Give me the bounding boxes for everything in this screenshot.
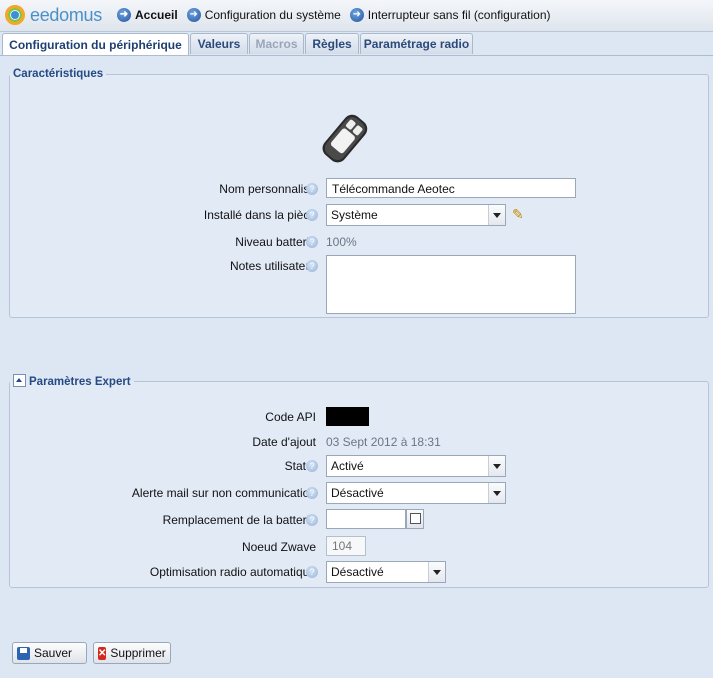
help-icon[interactable]: ? [306, 487, 318, 499]
radio-optimization-select[interactable]: Désactivé [326, 561, 446, 583]
arrow-circle-icon: ➜ [186, 8, 201, 22]
pencil-edit-icon[interactable]: ✎ [512, 206, 524, 223]
main-content: Caractéristiques Nom personnalisé ? Télé… [0, 56, 713, 678]
calendar-icon[interactable] [406, 509, 424, 529]
top-bar: eedomus ➜ Accueil ➜ Configuration du sys… [0, 0, 713, 32]
status-select[interactable]: Activé [326, 455, 506, 477]
battery-replacement-input[interactable] [326, 509, 406, 529]
zwave-node-label: Noeud Zwave [241, 540, 316, 554]
logo-text: eedomus [30, 4, 102, 25]
breadcrumb-system-config[interactable]: ➜ Configuration du système [186, 8, 341, 22]
tab-device-config[interactable]: Configuration du périphérique [2, 33, 189, 55]
remote-control-icon [322, 114, 368, 163]
characteristics-section: Caractéristiques Nom personnalisé ? Télé… [9, 68, 709, 318]
delete-x-icon: ✕ [98, 646, 107, 660]
help-icon[interactable]: ? [306, 260, 318, 272]
tab-rules[interactable]: Règles [305, 33, 359, 54]
floppy-disk-icon [17, 646, 30, 660]
breadcrumb-wireless-switch[interactable]: ➜ Interrupteur sans fil (configuration) [349, 8, 551, 22]
help-icon[interactable]: ? [306, 209, 318, 221]
date-added-label: Date d'ajout [252, 435, 316, 449]
chevron-down-icon [488, 456, 505, 476]
radio-optimization-row: Optimisation radio automatique ? Désacti… [10, 561, 708, 585]
date-added-value: 03 Sept 2012 à 18:31 [326, 435, 441, 449]
battery-replacement-row: Remplacement de la batterie ? [10, 509, 708, 533]
save-button-label: Sauver [34, 646, 73, 660]
api-code-row: Code API [10, 406, 708, 430]
battery-replacement-label: Remplacement de la batterie [162, 513, 316, 527]
custom-name-row: Nom personnalisé ? Télécommande Aeotec [10, 178, 708, 202]
chevron-down-icon [488, 205, 505, 225]
status-row: Statut ? Activé [10, 455, 708, 479]
expert-legend-label: Paramètres Expert [29, 376, 131, 388]
tab-macros: Macros [249, 33, 304, 54]
api-code-label: Code API [265, 410, 316, 424]
save-button[interactable]: Sauver [12, 642, 87, 664]
breadcrumb-label: Accueil [135, 8, 178, 22]
notes-label: Notes utilisateur [229, 259, 316, 273]
mail-alert-row: Alerte mail sur non communication ? Désa… [10, 482, 708, 506]
room-label: Installé dans la pièce [203, 208, 316, 222]
characteristics-legend: Caractéristiques [13, 68, 104, 80]
arrow-circle-icon: ➜ [117, 8, 131, 22]
collapse-toggle-icon[interactable] [13, 374, 26, 387]
breadcrumb-label: Configuration du système [204, 8, 341, 22]
eedomus-logo[interactable]: eedomus [5, 5, 102, 25]
delete-button[interactable]: ✕ Supprimer [93, 642, 171, 664]
battery-replacement-field [326, 509, 426, 529]
mail-alert-label: Alerte mail sur non communication [131, 486, 316, 500]
room-row: Installé dans la pièce ? Système ✎ [10, 204, 708, 228]
chevron-down-icon [428, 562, 445, 582]
room-select[interactable]: Système [326, 204, 506, 226]
chevron-down-icon [488, 483, 505, 503]
notes-row: Notes utilisateur ? [10, 255, 708, 317]
custom-name-input[interactable]: Télécommande Aeotec [326, 178, 576, 198]
radio-optimization-label: Optimisation radio automatique [149, 565, 316, 579]
help-icon[interactable]: ? [306, 236, 318, 248]
breadcrumb-home[interactable]: ➜ Accueil [117, 8, 178, 22]
mail-alert-select-value: Désactivé [331, 486, 384, 500]
arrow-circle-icon: ➜ [349, 8, 364, 22]
status-select-value: Activé [331, 459, 364, 473]
radio-optimization-select-value: Désactivé [331, 565, 384, 579]
date-added-row: Date d'ajout 03 Sept 2012 à 18:31 [10, 431, 708, 455]
tab-values[interactable]: Valeurs [190, 33, 248, 54]
delete-button-label: Supprimer [110, 646, 166, 660]
logo-icon [5, 5, 25, 25]
breadcrumb: ➜ Accueil ➜ Configuration du système ➜ I… [117, 8, 560, 22]
help-icon[interactable]: ? [306, 183, 318, 195]
battery-row: Niveau batterie ? 100% [10, 231, 708, 255]
custom-name-label: Nom personnalisé [219, 182, 316, 196]
breadcrumb-label: Interrupteur sans fil (configuration) [367, 8, 551, 22]
expert-section: Paramètres Expert Code API Date d'ajout … [9, 374, 709, 588]
help-icon[interactable]: ? [306, 460, 318, 472]
tab-radio-settings[interactable]: Paramétrage radio [360, 33, 473, 54]
zwave-node-row: Noeud Zwave 104 [10, 536, 708, 560]
battery-label: Niveau batterie [235, 235, 316, 249]
zwave-node-input: 104 [326, 536, 366, 556]
room-select-value: Système [331, 208, 378, 222]
help-icon[interactable]: ? [306, 566, 318, 578]
expert-legend[interactable]: Paramètres Expert [10, 374, 134, 388]
mail-alert-select[interactable]: Désactivé [326, 482, 506, 504]
api-code-redacted [326, 407, 369, 426]
help-icon[interactable]: ? [306, 514, 318, 526]
notes-textarea[interactable] [326, 255, 576, 314]
battery-value: 100% [326, 235, 357, 249]
tab-bar: Configuration du périphérique Valeurs Ma… [0, 32, 713, 56]
